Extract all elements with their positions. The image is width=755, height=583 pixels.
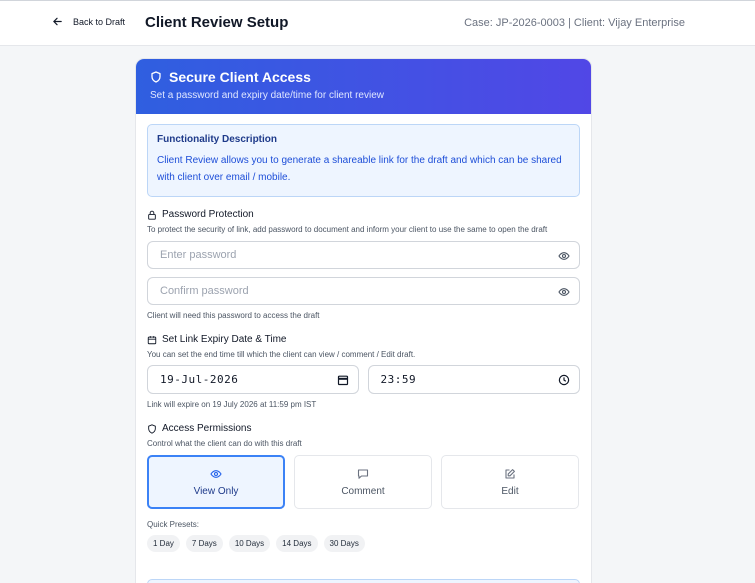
expiry-time-input[interactable]: 23:59 [367, 365, 580, 394]
card-title: Secure Client Access [169, 69, 311, 85]
password-subtitle: To protect the security of link, add pas… [147, 225, 548, 234]
preset-chip[interactable]: 1 Day [147, 535, 180, 552]
password-hint: Client will need this password to access… [147, 311, 320, 320]
card-subtitle: Set a password and expiry date/time for … [150, 90, 384, 101]
password-input[interactable]: Enter password [147, 241, 580, 269]
expiry-subtitle: You can set the end time till which the … [147, 350, 416, 359]
page-title: Client Review Setup [145, 14, 289, 31]
permissions-title: Access Permissions [162, 423, 252, 434]
secure-access-card: Secure Client Access Set a password and … [135, 58, 592, 583]
permission-comment[interactable]: Comment [294, 455, 432, 509]
edit-icon [505, 468, 515, 479]
info-panel [147, 579, 580, 583]
description-text: Client Review allows you to generate a s… [157, 155, 562, 183]
expiry-title: Set Link Expiry Date & Time [162, 334, 287, 345]
expiry-section: Set Link Expiry Date & Time You can set … [147, 334, 580, 409]
presets-label: Quick Presets: [147, 520, 200, 529]
case-info: Case: JP-2026-0003 | Client: Vijay Enter… [464, 17, 685, 29]
expiry-time-value: 23:59 [380, 373, 417, 386]
description-heading: Functionality Description [157, 134, 278, 145]
lock-icon [148, 210, 156, 220]
permission-label: View Only [193, 485, 239, 497]
permissions-section: Access Permissions Control what the clie… [147, 423, 580, 509]
calendar-icon [147, 335, 157, 344]
eye-icon[interactable] [558, 286, 570, 298]
permission-view-only[interactable]: View Only [147, 455, 285, 509]
functionality-description: Functionality Description Client Review … [147, 124, 580, 197]
permissions-subtitle: Control what the client can do with this… [147, 439, 302, 448]
eye-icon[interactable] [558, 250, 570, 262]
expiry-date-value: 19-Jul-2026 [160, 373, 239, 386]
card-header: Secure Client Access Set a password and … [136, 59, 591, 114]
shield-icon [151, 71, 161, 83]
permission-label: Edit [501, 485, 519, 497]
permission-label: Comment [341, 485, 385, 497]
preset-chip[interactable]: 7 Days [185, 535, 223, 552]
shield-icon [148, 423, 156, 434]
back-to-draft-button[interactable]: Back to Draft [52, 16, 125, 27]
confirm-password-input[interactable]: Confirm password [147, 277, 580, 305]
permission-edit[interactable]: Edit [441, 455, 579, 509]
expiry-date-input[interactable]: 19-Jul-2026 [147, 365, 359, 394]
preset-chip[interactable]: 14 Days [276, 535, 318, 552]
arrow-left-icon [53, 17, 62, 26]
expiry-hint: Link will expire on 19 July 2026 at 11:5… [147, 400, 317, 409]
clock-icon[interactable] [558, 374, 570, 386]
password-title: Password Protection [162, 209, 254, 220]
calendar-picker-icon[interactable] [337, 374, 349, 386]
eye-icon [210, 469, 222, 478]
preset-chip[interactable]: 30 Days [323, 535, 365, 552]
back-label: Back to Draft [73, 16, 126, 27]
top-bar: Back to Draft Client Review Setup Case: … [0, 0, 755, 46]
password-placeholder: Enter password [160, 249, 237, 261]
preset-chip[interactable]: 10 Days [228, 535, 271, 552]
quick-presets: Quick Presets: 1 Day 7 Days 10 Days 14 D… [147, 520, 580, 552]
confirm-password-placeholder: Confirm password [160, 285, 249, 297]
comment-icon [357, 468, 369, 479]
password-section: Password Protection To protect the secur… [147, 209, 580, 320]
